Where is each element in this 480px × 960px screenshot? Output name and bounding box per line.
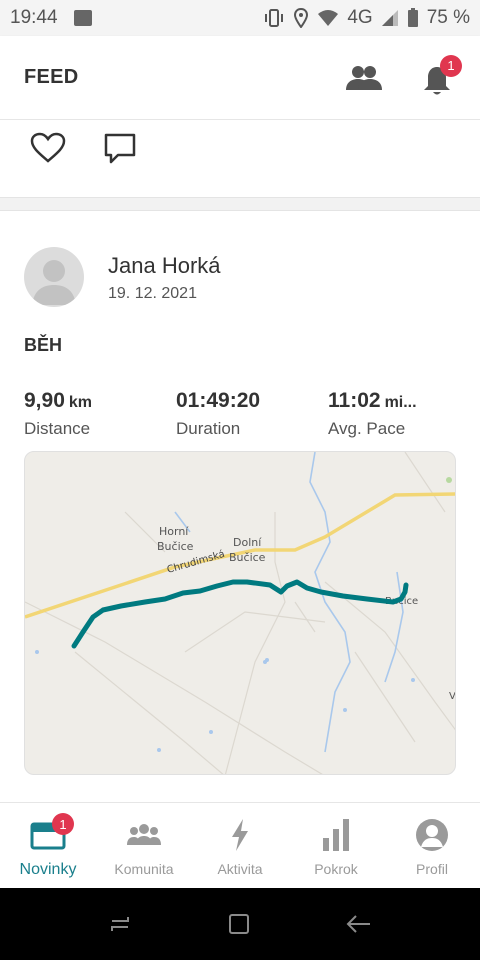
stat-pace-label: Avg. Pace — [328, 419, 406, 438]
like-heart-icon[interactable] — [30, 132, 66, 164]
stat-distance-label: Distance — [24, 419, 91, 438]
wifi-icon — [318, 10, 339, 26]
network-type: 4G — [347, 7, 373, 28]
nav-label-aktivita: Aktivita — [217, 861, 263, 877]
stat-pace-value: 11:02 — [328, 389, 381, 412]
svg-text:V: V — [449, 691, 456, 702]
notification-badge: 1 — [440, 54, 462, 77]
notifications-button[interactable]: 1 — [422, 54, 462, 95]
nav-item-komunita[interactable]: Komunita — [96, 803, 192, 888]
user-name[interactable]: Jana Horká — [108, 253, 221, 279]
nav-item-novinky[interactable]: 1 Novinky — [0, 803, 96, 888]
map-place-2-line2: Bučice — [229, 551, 266, 564]
profile-icon — [416, 819, 448, 851]
nav-item-profil[interactable]: Profil — [384, 803, 480, 888]
activity-type: BĚH — [24, 335, 63, 355]
default-avatar-icon — [32, 260, 76, 305]
status-bar: 19:44 4G 75 % — [0, 0, 480, 36]
stat-pace-unit: mi... — [384, 394, 417, 411]
battery-icon — [407, 8, 418, 27]
friends-icon[interactable] — [346, 64, 382, 92]
map-place-1-line1: Horní — [159, 525, 189, 538]
comment-icon[interactable] — [103, 132, 137, 166]
stat-distance-unit: km — [68, 394, 92, 411]
previous-post-card — [0, 120, 480, 198]
lightning-icon — [232, 819, 248, 851]
community-icon — [127, 824, 161, 845]
nav-label-novinky: Novinky — [19, 861, 77, 878]
nav-item-aktivita[interactable]: Aktivita — [192, 803, 288, 888]
stat-duration: 01:49:20 Duration — [176, 389, 260, 439]
nav-item-pokrok[interactable]: Pokrok — [288, 803, 384, 888]
status-time: 19:44 — [10, 7, 58, 28]
map-place-1-line2: Bučice — [157, 540, 194, 553]
stat-distance: 9,90 km Distance — [24, 389, 92, 439]
map-canvas: Horní Bučice Dolní Bučice Bučice Chrudim… — [25, 452, 456, 774]
home-icon[interactable] — [228, 913, 250, 935]
back-icon[interactable] — [346, 914, 372, 934]
stat-duration-label: Duration — [176, 419, 241, 438]
vibrate-icon — [265, 9, 284, 27]
bottom-navigation: 1 Novinky Komunita Aktivita Pokrok Profi… — [0, 802, 480, 888]
battery-level: 75 % — [426, 7, 470, 28]
stat-duration-value: 01:49:20 — [176, 389, 261, 412]
activity-post-card[interactable]: Jana Horká 19. 12. 2021 BĚH 9,90 km Dista… — [0, 210, 480, 802]
post-date: 19. 12. 2021 — [108, 285, 197, 302]
location-icon — [294, 8, 309, 28]
recent-apps-icon[interactable] — [108, 915, 132, 933]
nav-badge: 1 — [52, 813, 74, 835]
nav-label-pokrok: Pokrok — [314, 861, 358, 877]
nav-label-profil: Profil — [416, 861, 448, 877]
app-header: FEED 1 — [0, 36, 480, 120]
stat-distance-value: 9,90 — [24, 389, 65, 412]
status-icons: 4G 75 % — [263, 7, 470, 29]
stat-pace: 11:02 mi... Avg. Pace — [328, 389, 417, 439]
avatar[interactable] — [24, 247, 84, 307]
map-place-2-line1: Dolní — [233, 536, 262, 549]
signal-icon — [381, 10, 398, 26]
page-title: FEED — [24, 66, 79, 88]
nav-label-komunita: Komunita — [114, 861, 174, 877]
route-map[interactable]: Horní Bučice Dolní Bučice Bučice Chrudim… — [24, 451, 456, 775]
system-navigation-bar — [0, 888, 480, 960]
bar-chart-icon — [323, 819, 349, 851]
feed-list[interactable]: Jana Horká 19. 12. 2021 BĚH 9,90 km Dista… — [0, 120, 480, 802]
image-notification-icon — [73, 10, 92, 26]
route-path — [71, 579, 409, 649]
